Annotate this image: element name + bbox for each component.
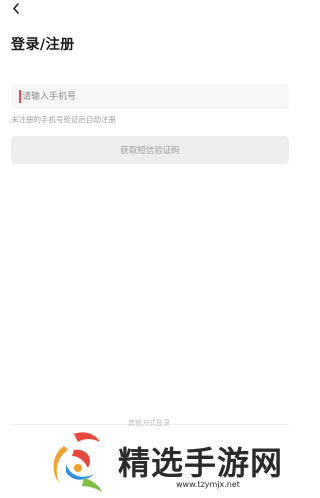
watermark-logo <box>53 432 102 492</box>
page-title: 登录/注册 <box>11 37 75 53</box>
phone-input[interactable] <box>19 84 284 109</box>
register-hint: 未注册的手机号验证后自动注册 <box>11 115 116 124</box>
back-button[interactable] <box>8 0 24 16</box>
chevron-left-icon <box>13 2 19 14</box>
watermark-url: www.tzymjx.net <box>176 480 240 489</box>
phone-field[interactable] <box>11 84 289 109</box>
watermark-brand: 精选手游网 <box>118 444 284 482</box>
get-sms-code-button[interactable]: 获取短信验证码 <box>11 136 289 164</box>
other-login-methods-label: 其他方式登录 <box>128 419 170 427</box>
